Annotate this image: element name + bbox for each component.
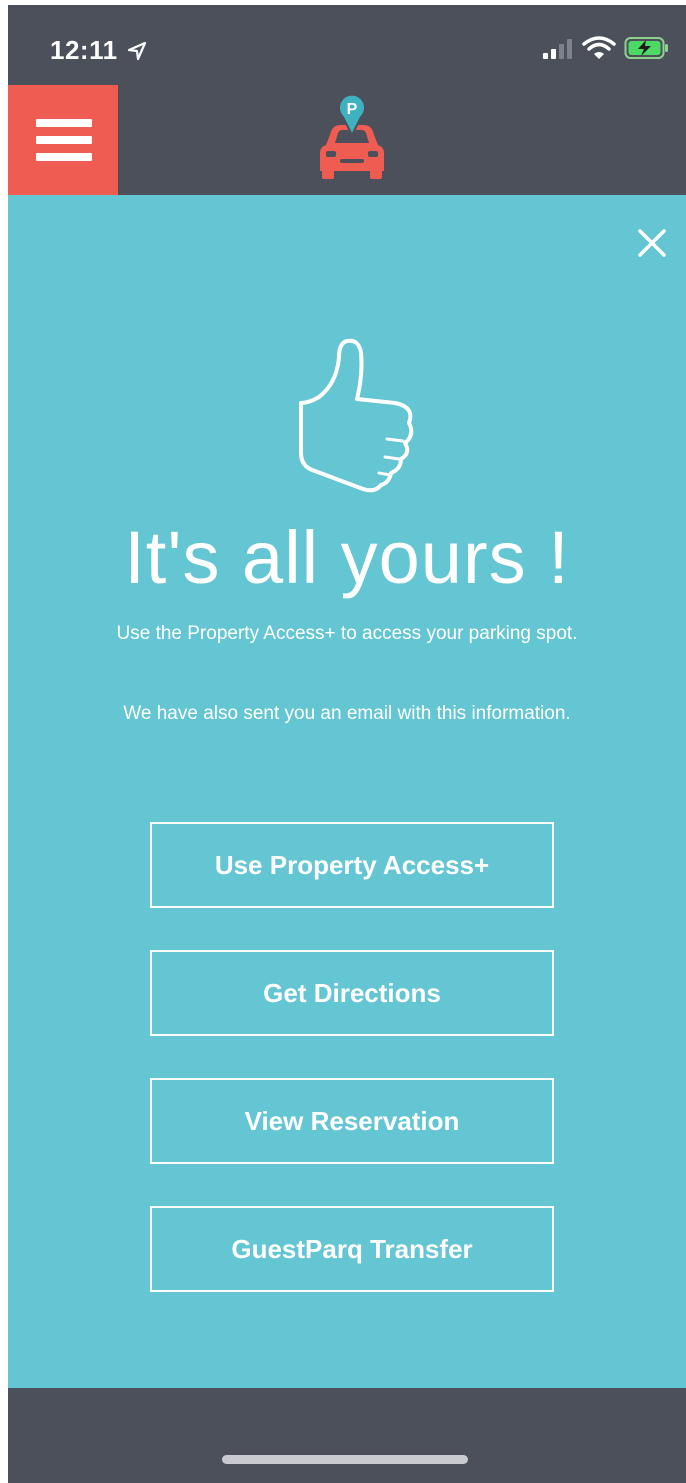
menu-button[interactable] bbox=[8, 85, 118, 195]
view-reservation-button[interactable]: View Reservation bbox=[150, 1078, 554, 1164]
headline: It's all yours ! bbox=[124, 516, 570, 599]
thumbs-up-icon bbox=[299, 338, 414, 493]
logo-letter: P bbox=[347, 101, 358, 118]
app-screen: 12:11 P It's all yours ! Use the Propert… bbox=[8, 5, 686, 1483]
home-indicator[interactable] bbox=[222, 1455, 468, 1464]
confirmation-panel: It's all yours ! Use the Property Access… bbox=[8, 195, 686, 1388]
cellular-signal-icon bbox=[543, 39, 573, 59]
status-time-text: 12:11 bbox=[50, 35, 118, 65]
status-bar-time: 12:11 bbox=[50, 35, 147, 66]
message-access: Use the Property Access+ to access your … bbox=[116, 623, 578, 644]
battery-charging-icon bbox=[624, 37, 668, 59]
parking-car-logo: P bbox=[320, 93, 384, 179]
close-icon[interactable] bbox=[634, 225, 670, 261]
get-directions-button[interactable]: Get Directions bbox=[150, 950, 554, 1036]
location-arrow-icon bbox=[128, 41, 147, 61]
message-email: We have also sent you an email with this… bbox=[123, 703, 571, 724]
status-bar-indicators bbox=[541, 35, 670, 65]
use-property-access-button[interactable]: Use Property Access+ bbox=[150, 822, 554, 908]
wifi-icon bbox=[581, 36, 616, 59]
guestparq-transfer-button[interactable]: GuestParq Transfer bbox=[150, 1206, 554, 1292]
